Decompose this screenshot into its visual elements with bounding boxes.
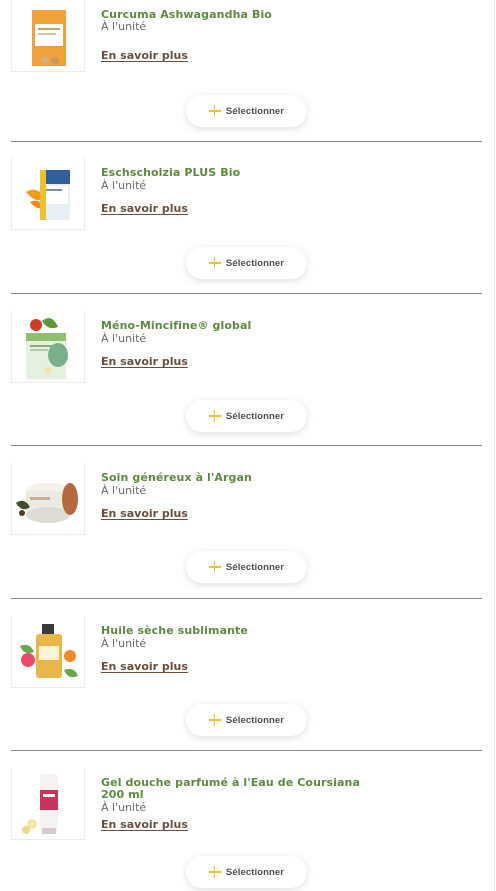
product-item: Gel douche parfumé à l'Eau de Coursiana … xyxy=(0,768,496,891)
divider xyxy=(11,293,482,294)
product-image[interactable] xyxy=(11,463,85,535)
learn-more-link[interactable]: En savoir plus xyxy=(101,660,188,674)
product-unit: À l'unité xyxy=(101,801,147,814)
product-image[interactable] xyxy=(11,311,85,383)
select-button[interactable]: Sélectionner xyxy=(186,704,307,736)
product-image[interactable] xyxy=(11,0,85,72)
plus-icon xyxy=(208,105,221,117)
learn-more-link[interactable]: En savoir plus xyxy=(101,818,188,832)
supplement-box-green-icon xyxy=(26,318,68,379)
plus-icon xyxy=(208,561,221,573)
supplement-box-orange-icon xyxy=(32,10,66,66)
product-name[interactable]: Soin généreux à l'Argan xyxy=(101,472,371,484)
product-name[interactable]: Huile sèche sublimante xyxy=(101,625,371,637)
product-item: Méno-Mincifine® global À l'unité En savo… xyxy=(0,311,496,464)
oil-bottle-flowers-icon xyxy=(20,624,78,678)
shower-gel-tube-icon xyxy=(22,774,58,834)
select-button[interactable]: Sélectionner xyxy=(186,95,307,127)
select-button-label: Sélectionner xyxy=(225,866,285,878)
product-unit: À l'unité xyxy=(101,179,147,192)
plus-icon xyxy=(208,257,221,269)
product-name[interactable]: Gel douche parfumé à l'Eau de Coursiana … xyxy=(101,777,371,801)
learn-more-link[interactable]: En savoir plus xyxy=(101,202,188,216)
product-unit: À l'unité xyxy=(101,332,147,345)
divider xyxy=(11,141,482,142)
product-image[interactable] xyxy=(11,158,85,230)
supplement-box-blue-icon xyxy=(26,170,70,220)
product-image[interactable] xyxy=(11,616,85,688)
product-unit: À l'unité xyxy=(101,637,147,650)
product-name[interactable]: Eschscholzia PLUS Bio xyxy=(101,167,371,179)
select-button-label: Sélectionner xyxy=(225,105,285,117)
product-item: Eschscholzia PLUS Bio À l'unité En savoi… xyxy=(0,158,496,311)
divider xyxy=(11,445,482,446)
select-button-label: Sélectionner xyxy=(225,714,285,726)
select-button[interactable]: Sélectionner xyxy=(186,551,307,583)
select-button[interactable]: Sélectionner xyxy=(186,400,307,432)
learn-more-link[interactable]: En savoir plus xyxy=(101,355,188,369)
product-item: Soin généreux à l'Argan À l'unité En sav… xyxy=(0,463,496,616)
divider xyxy=(11,750,482,751)
divider xyxy=(11,598,482,599)
cream-jar-icon xyxy=(16,483,78,523)
product-item: Huile sèche sublimante À l'unité En savo… xyxy=(0,616,496,769)
product-unit: À l'unité xyxy=(101,484,147,497)
select-button-label: Sélectionner xyxy=(225,561,285,573)
product-image[interactable] xyxy=(11,768,85,840)
select-button[interactable]: Sélectionner xyxy=(186,247,307,279)
plus-icon xyxy=(208,410,221,422)
plus-icon xyxy=(208,866,221,878)
plus-icon xyxy=(208,714,221,726)
learn-more-link[interactable]: En savoir plus xyxy=(101,507,188,521)
product-unit: À l'unité xyxy=(101,20,147,33)
product-name[interactable]: Méno-Mincifine® global xyxy=(101,320,371,332)
select-button[interactable]: Sélectionner xyxy=(186,856,307,888)
select-button-label: Sélectionner xyxy=(225,257,285,269)
learn-more-link[interactable]: En savoir plus xyxy=(101,49,188,63)
product-item: Curcuma Ashwagandha Bio À l'unité En sav… xyxy=(0,0,496,153)
select-button-label: Sélectionner xyxy=(225,410,285,422)
